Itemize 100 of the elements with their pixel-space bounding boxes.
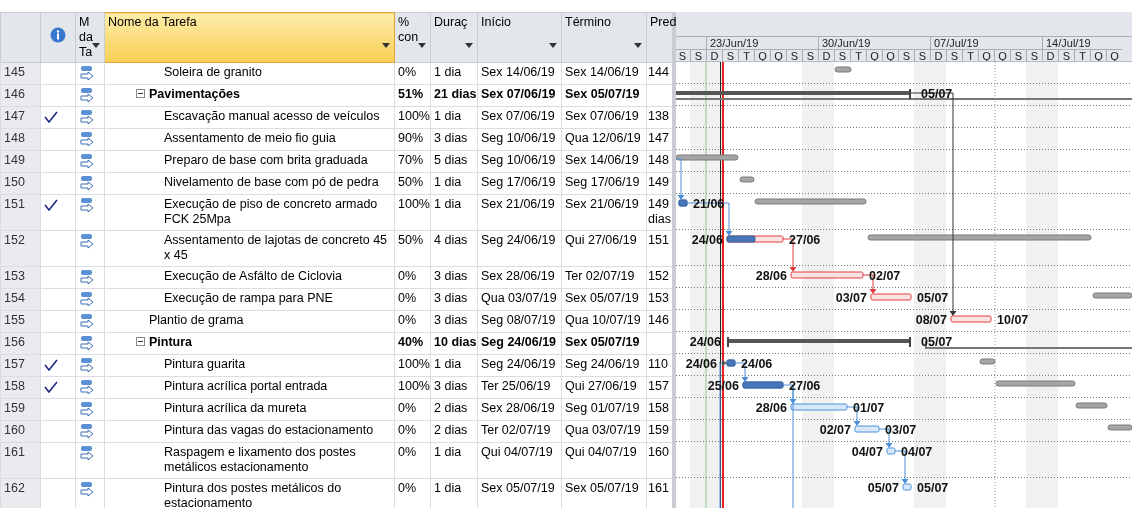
date-label: 02/07	[869, 269, 901, 283]
task-name: Raspagem e lixamento dos postes metálicos estacionamento	[164, 445, 356, 474]
row-number: 156	[0, 332, 41, 355]
date-label: 24/06	[741, 357, 773, 371]
table-cell: Qui 04/07/19	[477, 442, 562, 479]
column-header[interactable]: Nome da Tarefa	[104, 12, 395, 63]
table-cell: Seg 24/06/19	[477, 354, 562, 377]
dropdown-icon[interactable]	[382, 43, 390, 48]
collapse-icon[interactable]	[136, 337, 145, 346]
table-cell: Sex 14/06/19	[477, 62, 562, 85]
table-cell: 100%	[394, 194, 431, 231]
column-header[interactable]: % con	[394, 12, 431, 63]
table-cell: 0%	[394, 310, 431, 333]
table-cell: 1 dia	[430, 442, 478, 479]
summary-bar[interactable]	[676, 89, 911, 99]
table-cell: Sex 07/06/19	[477, 106, 562, 129]
task-name: Pintura	[149, 335, 193, 349]
table-cell: Sex 14/06/19	[561, 62, 647, 85]
row-number: 151	[0, 194, 41, 231]
row-number: 146	[0, 84, 41, 107]
task-bar[interactable]	[902, 483, 912, 491]
table-cell: Qua 03/07/19	[561, 420, 647, 443]
task-name: Plantio de grama	[149, 313, 244, 327]
task-bar[interactable]	[886, 447, 896, 455]
day-label: T	[1074, 49, 1090, 61]
task-mode-icon	[79, 65, 95, 81]
day-label: S	[676, 49, 690, 61]
row-number: 152	[0, 230, 41, 267]
table-cell: 100%	[394, 354, 431, 377]
table-cell: Qua 12/06/19	[561, 128, 647, 151]
table-cell: 0%	[394, 398, 431, 421]
task-name: Preparo de base com brita graduada	[164, 153, 368, 167]
task-name: Execução de rampa para PNE	[164, 291, 333, 305]
table-cell: 70%	[394, 150, 431, 173]
date-label: 04/07	[901, 445, 933, 459]
date-label: 10/07	[997, 313, 1029, 327]
dropdown-icon[interactable]	[634, 43, 642, 48]
task-name: Nivelamento de base com pó de pedra	[164, 175, 379, 189]
row-number: 153	[0, 266, 41, 289]
date-label: 28/06	[755, 401, 787, 415]
table-cell: 50%	[394, 230, 431, 267]
dropdown-icon[interactable]	[92, 43, 100, 48]
dropdown-icon[interactable]	[418, 43, 426, 48]
task-name: Execução de piso de concreto armado FCK 25Mpa	[164, 197, 378, 226]
task-name: Pintura guarita	[164, 357, 246, 371]
table-cell: 1 dia	[430, 62, 478, 85]
table-cell: Ter 02/07/19	[477, 420, 562, 443]
date-label: 24/06	[685, 357, 717, 371]
table-cell: Ter 02/07/19	[561, 266, 647, 289]
table-cell: Sex 21/06/19	[477, 194, 562, 231]
row-number: 159	[0, 398, 41, 421]
table-cell: Sex 07/06/19	[561, 106, 647, 129]
table-cell: 2 dias	[430, 420, 478, 443]
row-number: 161	[0, 442, 41, 479]
table-cell: 0%	[394, 420, 431, 443]
table-cell: Qui 27/06/19	[561, 376, 647, 399]
baseline-bar	[1075, 402, 1108, 409]
table-cell: 1 dia	[430, 106, 478, 129]
task-name: Pintura acrílica da mureta	[164, 401, 307, 415]
table-cell: Seg 17/06/19	[477, 172, 562, 195]
day-label: S	[898, 49, 914, 61]
date-label: 05/07	[921, 335, 953, 349]
table-cell: Sex 05/07/19	[561, 84, 647, 107]
task-mode-icon	[79, 313, 95, 329]
day-label: T	[962, 49, 978, 61]
day-label: S	[722, 49, 738, 61]
table-cell: 1 dia	[430, 354, 478, 377]
row-number: 149	[0, 150, 41, 173]
column-header[interactable]: Início	[477, 12, 562, 63]
task-mode-icon	[79, 87, 95, 103]
table-cell: Seg 08/07/19	[477, 310, 562, 333]
table-cell: Seg 17/06/19	[561, 172, 647, 195]
task-mode-icon	[79, 401, 95, 417]
task-mode-icon	[79, 357, 95, 373]
task-name: Pavimentações	[149, 87, 241, 101]
task-bar[interactable]	[726, 359, 736, 367]
date-label: 05/07	[867, 481, 899, 495]
table-cell: 5 dias	[430, 150, 478, 173]
table-cell: 40%	[394, 332, 431, 355]
task-bar[interactable]	[742, 381, 784, 389]
table-cell: 1 dia	[430, 194, 478, 231]
baseline-bar	[834, 66, 852, 73]
collapse-icon[interactable]	[136, 89, 145, 98]
column-header[interactable]: Duraç	[430, 12, 478, 63]
date-label: 01/07	[853, 401, 885, 415]
table-cell: 90%	[394, 128, 431, 151]
summary-bar[interactable]	[727, 337, 911, 347]
task-bar[interactable]	[726, 235, 784, 243]
dropdown-icon[interactable]	[549, 43, 557, 48]
table-cell: 3 dias	[430, 376, 478, 399]
row-number: 147	[0, 106, 41, 129]
task-bar[interactable]	[678, 199, 688, 207]
date-label: 27/06	[789, 379, 821, 393]
task-mode-icon	[79, 233, 95, 249]
dropdown-icon[interactable]	[465, 43, 473, 48]
table-cell: Ter 25/06/19	[477, 376, 562, 399]
column-header[interactable]: M da Ta	[75, 12, 105, 63]
task-name: Soleira de granito	[164, 65, 262, 79]
column-header[interactable]: Término	[561, 12, 647, 63]
table-cell: 2 dias	[430, 398, 478, 421]
